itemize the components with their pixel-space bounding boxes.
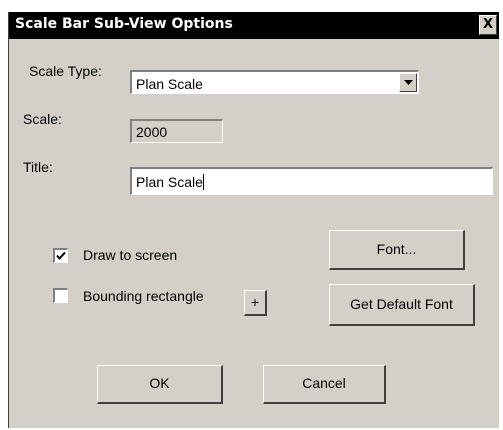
scale-bar-options-dialog: Scale Bar Sub-View Options X Scale Type:…	[8, 12, 499, 428]
window-title: Scale Bar Sub-View Options	[15, 16, 233, 32]
scale-label: Scale:	[23, 111, 62, 127]
ok-button[interactable]: OK	[97, 365, 223, 404]
bounding-rectangle-checkbox[interactable]	[53, 288, 68, 303]
bounding-rectangle-plus-button[interactable]: +	[244, 290, 267, 316]
draw-to-screen-checkbox[interactable]	[53, 248, 68, 263]
scale-type-dropdown-button[interactable]	[399, 73, 417, 92]
bounding-rectangle-label: Bounding rectangle	[83, 288, 204, 304]
close-button[interactable]: X	[479, 15, 497, 35]
checkmark-icon	[56, 251, 66, 261]
plus-icon: +	[250, 294, 260, 310]
close-icon: X	[482, 17, 494, 32]
font-button-label: Font...	[376, 241, 417, 257]
draw-to-screen-label: Draw to screen	[83, 247, 178, 263]
title-bar: Scale Bar Sub-View Options X	[9, 12, 499, 39]
scale-type-label: Scale Type:	[29, 63, 102, 79]
cancel-button-label: Cancel	[302, 375, 346, 391]
title-input[interactable]: Plan Scale	[130, 167, 493, 195]
ok-button-label: OK	[149, 375, 170, 391]
title-label: Title:	[23, 159, 53, 175]
cancel-button[interactable]: Cancel	[263, 365, 386, 404]
font-button[interactable]: Font...	[329, 230, 465, 270]
text-caret	[202, 174, 204, 190]
get-default-font-button[interactable]: Get Default Font	[329, 284, 475, 326]
scale-field: 2000	[130, 119, 223, 143]
chevron-down-icon	[404, 80, 413, 85]
scale-value: 2000	[136, 124, 168, 140]
scale-type-select[interactable]: Plan Scale	[130, 70, 419, 94]
get-default-font-button-label: Get Default Font	[350, 296, 453, 312]
title-input-value: Plan Scale	[136, 174, 203, 190]
scale-type-value: Plan Scale	[136, 76, 203, 92]
